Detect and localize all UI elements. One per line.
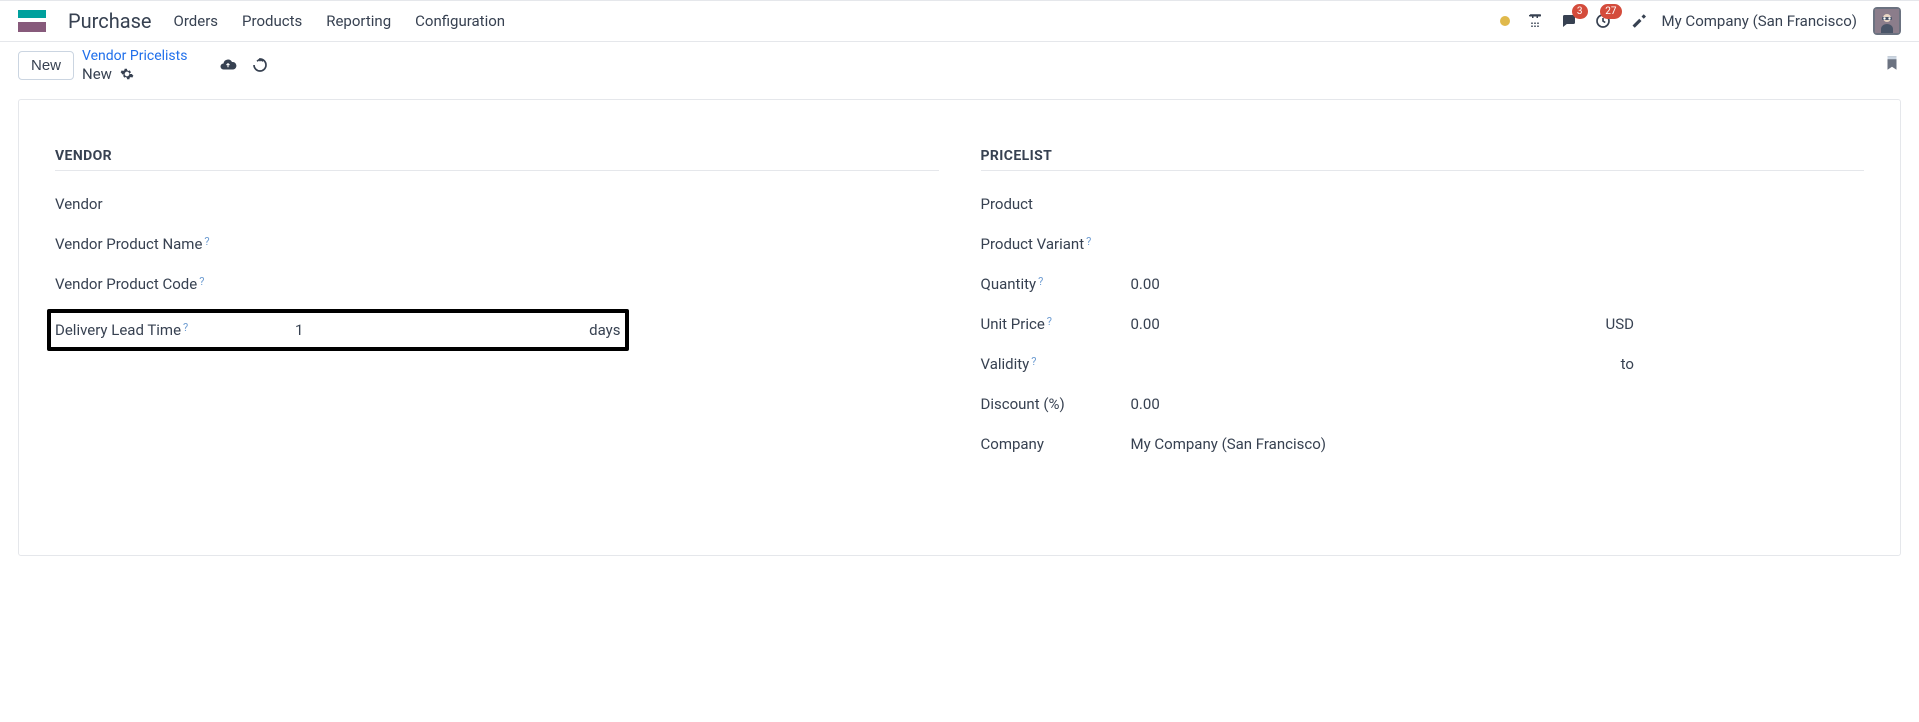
product-variant-row: Product Variant ? [981, 235, 1865, 253]
app-title[interactable]: Purchase [68, 9, 152, 33]
phone-icon[interactable] [1526, 12, 1544, 30]
product-label: Product [981, 195, 1131, 213]
cloud-save-icon[interactable] [219, 56, 237, 74]
breadcrumb-parent-link[interactable]: Vendor Pricelists [82, 48, 187, 65]
vendor-section: VENDOR Vendor Vendor Product Name ? Vend… [55, 148, 939, 475]
vendor-field-row: Vendor [55, 195, 939, 213]
unit-price-label: Unit Price [981, 315, 1045, 333]
breadcrumb-current-label: New [82, 65, 112, 83]
vendor-section-title: VENDOR [55, 148, 939, 171]
discard-icon[interactable] [251, 56, 269, 74]
product-variant-label: Product Variant [981, 235, 1085, 253]
discount-label: Discount (%) [981, 395, 1131, 413]
vendor-product-code-label: Vendor Product Code [55, 275, 197, 293]
help-icon[interactable]: ? [1047, 315, 1052, 328]
topbar: Purchase Orders Products Reporting Confi… [0, 0, 1919, 42]
menu-reporting[interactable]: Reporting [326, 12, 391, 30]
delivery-lead-time-label: Delivery Lead Time [55, 321, 181, 339]
tools-icon[interactable] [1628, 12, 1646, 30]
company-input[interactable]: My Company (San Francisco) [1131, 435, 1326, 453]
menu-configuration[interactable]: Configuration [415, 12, 505, 30]
vendor-label: Vendor [55, 195, 245, 213]
company-label: Company [981, 435, 1131, 453]
discount-row: Discount (%) 0.00 [981, 395, 1865, 413]
quantity-row: Quantity ? 0.00 [981, 275, 1865, 293]
help-icon[interactable]: ? [199, 275, 204, 288]
quantity-label: Quantity [981, 275, 1037, 293]
gear-icon[interactable] [120, 67, 134, 81]
status-dot-icon[interactable] [1500, 16, 1510, 26]
pricelist-section-title: PRICELIST [981, 148, 1865, 171]
help-icon[interactable]: ? [1086, 235, 1091, 248]
product-row: Product [981, 195, 1865, 213]
validity-row: Validity ? to [981, 355, 1865, 373]
unit-price-row: Unit Price ? 0.00 USD [981, 315, 1865, 333]
activities-button[interactable]: 27 [1594, 12, 1612, 30]
menu-orders[interactable]: Orders [174, 12, 219, 30]
bookmark-icon[interactable] [1883, 54, 1901, 76]
help-icon[interactable]: ? [183, 321, 188, 334]
action-bar-right [1883, 54, 1901, 76]
messages-button[interactable]: 3 [1560, 12, 1578, 30]
breadcrumb-current: New [82, 65, 187, 83]
topbar-left: Purchase Orders Products Reporting Confi… [18, 9, 505, 33]
vendor-product-name-label: Vendor Product Name [55, 235, 202, 253]
quantity-input[interactable]: 0.00 [1131, 275, 1331, 293]
form-sheet: VENDOR Vendor Vendor Product Name ? Vend… [18, 99, 1901, 556]
help-icon[interactable]: ? [1038, 275, 1043, 288]
unsaved-indicators [219, 56, 269, 74]
discount-input[interactable]: 0.00 [1131, 395, 1331, 413]
messages-badge: 3 [1572, 4, 1588, 19]
new-button[interactable]: New [18, 51, 74, 80]
pricelist-section: PRICELIST Product Product Variant ? Quan… [981, 148, 1865, 475]
unit-price-currency[interactable]: USD [1606, 315, 1864, 333]
unit-price-input[interactable]: 0.00 [1131, 315, 1331, 333]
action-bar-left: New Vendor Pricelists New [18, 48, 269, 83]
validity-to-label: to [1621, 355, 1864, 373]
delivery-lead-time-highlight: Delivery Lead Time ? 1 days [47, 309, 629, 351]
user-avatar[interactable] [1873, 7, 1901, 35]
action-bar: New Vendor Pricelists New [0, 42, 1919, 93]
delivery-lead-time-input[interactable]: 1 [295, 321, 365, 339]
company-selector[interactable]: My Company (San Francisco) [1662, 12, 1857, 30]
delivery-lead-time-unit: days [589, 321, 620, 339]
main-menu: Orders Products Reporting Configuration [174, 12, 506, 30]
vendor-product-code-row: Vendor Product Code ? [55, 275, 939, 293]
app-logo[interactable] [18, 10, 46, 32]
help-icon[interactable]: ? [1031, 355, 1036, 368]
company-row: Company My Company (San Francisco) [981, 435, 1865, 453]
activities-badge: 27 [1600, 4, 1621, 19]
topbar-right: 3 27 My Company (San Francisco) [1500, 7, 1901, 35]
breadcrumb: Vendor Pricelists New [82, 48, 187, 83]
help-icon[interactable]: ? [204, 235, 209, 248]
vendor-product-name-row: Vendor Product Name ? [55, 235, 939, 253]
validity-label: Validity [981, 355, 1030, 373]
menu-products[interactable]: Products [242, 12, 302, 30]
delivery-lead-time-row: Delivery Lead Time ? 1 days [55, 321, 621, 339]
